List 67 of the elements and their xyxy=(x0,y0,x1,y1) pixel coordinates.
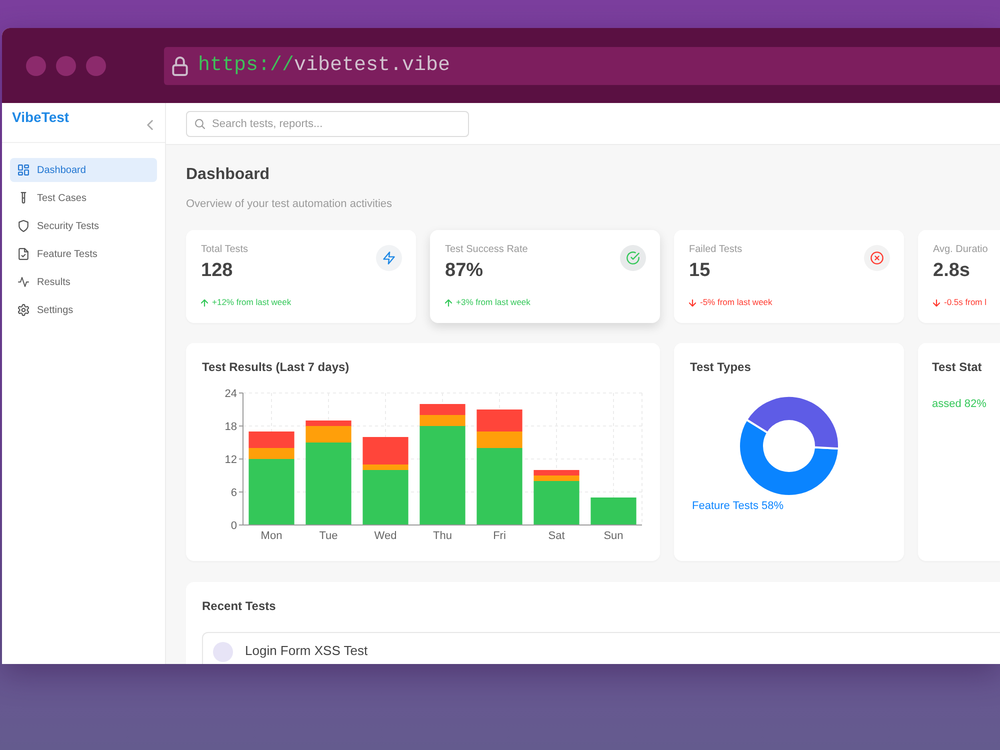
axis-label: 12 xyxy=(224,454,237,466)
avatar-icon xyxy=(213,642,233,662)
circle-x-icon xyxy=(864,245,890,271)
search-field[interactable]: Search tests, reports... xyxy=(186,110,469,136)
bar-segment xyxy=(590,498,636,525)
chevron-left-icon xyxy=(147,120,153,130)
lock-icon xyxy=(172,56,188,76)
slice-label: Feature Tests 58% xyxy=(692,500,784,512)
stat-label: Test Success Rate xyxy=(445,244,528,256)
card-title: Test Types xyxy=(690,359,751,375)
axis-label: Fri xyxy=(493,530,506,542)
test-name: Login Form XSS Test xyxy=(245,643,368,659)
axis-label: Wed xyxy=(374,530,397,542)
activity-icon xyxy=(18,276,29,288)
axis-label: Mon xyxy=(260,530,282,542)
arrow-down-icon xyxy=(933,298,940,306)
window-control-icon[interactable] xyxy=(86,56,106,76)
stat-value: 15 xyxy=(689,259,710,283)
nav-item[interactable]: Results xyxy=(10,270,157,294)
axis-label: Thu xyxy=(433,530,452,542)
trend-text: +3% from last week xyxy=(456,297,530,308)
nav-item[interactable]: Dashboard xyxy=(10,158,157,182)
stat-label: Avg. Duratio xyxy=(933,244,988,256)
axis-label: 6 xyxy=(230,487,237,499)
card-title: Test Results (Last 7 days) xyxy=(202,359,350,375)
search-icon xyxy=(195,118,205,128)
card-title: Test Stat xyxy=(932,359,982,375)
window-control-icon[interactable] xyxy=(26,56,46,76)
file-check-icon xyxy=(18,248,29,260)
stat-value: 87% xyxy=(445,259,484,283)
axis-label: Tue xyxy=(319,530,338,542)
nav-item[interactable]: Settings xyxy=(10,298,157,322)
stat-value: 2.8s xyxy=(933,259,970,283)
nav-item[interactable]: Test Cases xyxy=(10,186,157,210)
axis-label: 24 xyxy=(224,388,237,400)
app-logo-text: VibeTest xyxy=(12,108,70,126)
arrow-up-icon xyxy=(445,298,452,306)
axis-label: 0 xyxy=(230,520,237,532)
axis-label: 18 xyxy=(224,421,237,433)
page-title: Dashboard xyxy=(186,165,271,185)
stat-label: Failed Tests xyxy=(689,244,742,256)
page-subtitle: Overview of your test automation activities xyxy=(186,197,394,211)
nav-item[interactable]: Feature Tests xyxy=(10,242,157,266)
card-title: Recent Tests xyxy=(202,598,276,614)
chart-label: assed 82% xyxy=(932,397,986,411)
dashboard-grid-icon xyxy=(18,164,29,176)
circle-check-icon xyxy=(620,245,646,271)
trend-text: -0.5s from l xyxy=(944,297,987,308)
trend-text: +12% from last week xyxy=(212,297,292,308)
nav-item[interactable]: Security Tests xyxy=(10,214,157,238)
test-tube-icon xyxy=(18,192,29,204)
arrow-down-icon xyxy=(689,298,696,306)
collapse-button[interactable] xyxy=(147,119,155,131)
test-row[interactable]: Login Form XSS Test xyxy=(202,632,1000,664)
arrow-up-icon xyxy=(201,298,208,306)
axis-label: Sun xyxy=(604,530,624,542)
axis-label: Sat xyxy=(548,530,565,542)
lightning-bolt-icon xyxy=(376,245,402,271)
bar-segment xyxy=(476,410,522,432)
bar-segment xyxy=(420,404,466,415)
trend-text: -5% from last week xyxy=(700,297,772,308)
address-bar[interactable]: https://vibetest.vibe xyxy=(164,46,1000,84)
settings-icon xyxy=(18,304,29,316)
stat-value: 128 xyxy=(201,259,233,283)
window-control-icon[interactable] xyxy=(56,56,76,76)
shield-icon xyxy=(18,220,29,232)
stat-label: Total Tests xyxy=(201,244,248,256)
